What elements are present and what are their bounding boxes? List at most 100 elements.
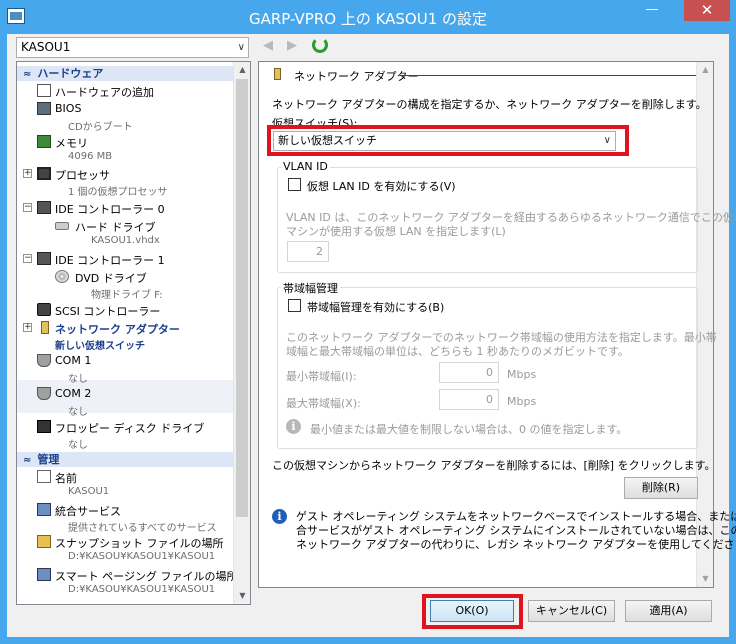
vlan-checkbox[interactable] bbox=[288, 178, 301, 191]
tree-item-label: ネットワーク アダプター bbox=[55, 323, 180, 336]
bandwidth-group-label: 帯域幅管理 bbox=[281, 280, 340, 296]
management-section-header[interactable]: ≈ 管理 bbox=[17, 452, 233, 467]
smart-paging-icon bbox=[37, 568, 51, 581]
collapse-chevron-icon: ≈ bbox=[23, 455, 32, 466]
vlan-group-label: VLAN ID bbox=[281, 160, 330, 173]
tree-item-label: IDE コントローラー 0 bbox=[55, 203, 165, 216]
expand-icon[interactable]: + bbox=[23, 323, 32, 332]
scroll-down-icon[interactable]: ▼ bbox=[697, 571, 714, 587]
max-bandwidth-input[interactable]: 0 bbox=[439, 389, 499, 410]
vm-selector-value: KASOU1 bbox=[21, 40, 71, 54]
vlan-id-input[interactable]: 2 bbox=[287, 241, 329, 262]
apply-button[interactable]: 適用(A) bbox=[625, 600, 712, 622]
add-hardware-icon bbox=[37, 84, 51, 97]
tree-item-smart-paging-location[interactable]: スマート ページング ファイルの場所 D:¥KASOU¥KASOU1¥KASOU… bbox=[17, 567, 237, 599]
hardware-section-header[interactable]: ≈ ハードウェア bbox=[17, 66, 233, 81]
ide-controller-icon bbox=[37, 201, 51, 214]
tree-item-detail: なし bbox=[68, 440, 88, 451]
min-bandwidth-input[interactable]: 0 bbox=[439, 362, 499, 383]
tree-item-ide-controller-1[interactable]: − IDE コントローラー 1 bbox=[17, 251, 233, 268]
tree-item-ide-controller-0[interactable]: − IDE コントローラー 0 bbox=[17, 200, 233, 217]
tree-item-detail: KASOU1 bbox=[68, 486, 110, 497]
vlan-help-line2: マシンが使用する仮想 LAN を指定します(L) bbox=[286, 225, 506, 238]
scroll-up-icon[interactable]: ▲ bbox=[697, 62, 714, 78]
title-bar: GARP-VPRO 上の KASOU1 の設定 — ✕ bbox=[0, 0, 736, 34]
collapse-icon[interactable]: − bbox=[23, 254, 32, 263]
tree-item-com2[interactable]: COM 2 なし bbox=[17, 386, 233, 418]
max-bandwidth-label: 最大帯域幅(X): bbox=[286, 397, 361, 410]
tree-item-label: ハードウェアの追加 bbox=[55, 86, 154, 99]
settings-window: GARP-VPRO 上の KASOU1 の設定 — ✕ KASOU1 ∨ ≈ ハー… bbox=[0, 0, 736, 644]
forward-icon[interactable]: ▶ bbox=[287, 39, 299, 53]
tree-item-detail: 4096 MB bbox=[68, 151, 113, 162]
min-bandwidth-label: 最小帯域幅(I): bbox=[286, 370, 357, 383]
tree-item-floppy-drive[interactable]: フロッピー ディスク ドライブ なし bbox=[17, 419, 233, 451]
info-icon: i bbox=[286, 419, 301, 434]
tree-item-label: IDE コントローラー 1 bbox=[55, 254, 165, 267]
tree-item-label: 名前 bbox=[55, 472, 77, 485]
header-divider bbox=[400, 75, 696, 76]
tree-item-detail: なし bbox=[68, 374, 88, 385]
cancel-button[interactable]: キャンセル(C) bbox=[528, 600, 615, 622]
tree-item-dvd-drive[interactable]: DVD ドライブ 物理ドライブ F: bbox=[17, 269, 233, 301]
tree-item-name[interactable]: 名前 KASOU1 bbox=[17, 469, 233, 501]
floppy-drive-icon bbox=[37, 420, 51, 433]
bandwidth-checkbox-label[interactable]: 帯域幅管理を有効にする(B) bbox=[307, 299, 444, 315]
remove-instruction: この仮想マシンからネットワーク アダプターを削除するには、[削除] をクリックし… bbox=[272, 459, 716, 472]
network-adapter-icon bbox=[41, 321, 49, 334]
tree-item-detail: KASOU1.vhdx bbox=[91, 235, 160, 246]
tree-item-bios[interactable]: BIOS CDからブート bbox=[17, 101, 233, 133]
tree-item-hard-drive[interactable]: ハード ドライブ KASOU1.vhdx bbox=[17, 218, 233, 250]
ide-controller-icon bbox=[37, 252, 51, 265]
memory-icon bbox=[37, 135, 51, 148]
scroll-up-icon[interactable]: ▲ bbox=[234, 62, 250, 78]
tree-item-label: SCSI コントローラー bbox=[55, 305, 161, 318]
integration-services-icon bbox=[37, 503, 51, 516]
tree-item-label: COM 1 bbox=[55, 354, 92, 367]
tree-item-label: ハード ドライブ bbox=[75, 221, 156, 234]
bandwidth-help-line2: 域幅と最大帯域幅の単位は、どちらも 1 秒あたりのメガビットです。 bbox=[286, 345, 629, 358]
bandwidth-checkbox[interactable] bbox=[288, 299, 301, 312]
tree-item-add-hardware[interactable]: ハードウェアの追加 bbox=[17, 83, 233, 100]
bandwidth-note: 最小値または最大値を制限しない場合は、0 の値を指定します。 bbox=[310, 423, 628, 436]
tree-item-label: フロッピー ディスク ドライブ bbox=[55, 422, 205, 435]
vlan-checkbox-label[interactable]: 仮想 LAN ID を有効にする(V) bbox=[307, 178, 456, 194]
back-icon[interactable]: ◀ bbox=[263, 39, 275, 53]
tree-item-detail: CDからブート bbox=[68, 122, 133, 133]
close-button[interactable]: ✕ bbox=[684, 0, 730, 21]
tree-scroll-thumb[interactable] bbox=[236, 79, 248, 517]
tree-item-label: 統合サービス bbox=[55, 505, 121, 518]
tree-scrollbar[interactable]: ▲ ▼ bbox=[233, 62, 250, 604]
tree-item-detail: D:¥KASOU¥KASOU1¥KASOU1 bbox=[68, 584, 216, 595]
panel-header: ネットワーク アダプター bbox=[294, 70, 419, 83]
collapse-icon[interactable]: − bbox=[23, 203, 32, 212]
window-title: GARP-VPRO 上の KASOU1 の設定 bbox=[248, 10, 488, 28]
tree-item-detail: 物理ドライブ F: bbox=[91, 290, 163, 301]
vm-selector[interactable]: KASOU1 ∨ bbox=[16, 37, 249, 58]
tree-item-label: スナップショット ファイルの場所 bbox=[55, 537, 224, 550]
com-port-icon bbox=[37, 387, 51, 400]
expand-icon[interactable]: + bbox=[23, 169, 32, 178]
tree-item-detail: 提供されているすべてのサービス bbox=[68, 523, 217, 534]
tree-item-memory[interactable]: メモリ 4096 MB bbox=[17, 134, 233, 166]
tree-item-detail: D:¥KASOU¥KASOU1¥KASOU1 bbox=[68, 551, 216, 562]
legacy-info-line3: ネットワーク アダプターの代わりに、レガシ ネットワーク アダプターを使用してく… bbox=[296, 538, 736, 551]
scsi-controller-icon bbox=[37, 303, 51, 316]
tree-item-label: スマート ページング ファイルの場所 bbox=[55, 570, 238, 583]
min-bandwidth-unit: Mbps bbox=[507, 368, 537, 381]
refresh-icon[interactable] bbox=[312, 37, 328, 53]
tree-item-processor[interactable]: + プロセッサ 1 個の仮想プロセッサ bbox=[17, 166, 233, 198]
name-icon bbox=[37, 470, 51, 483]
max-bandwidth-unit: Mbps bbox=[507, 395, 537, 408]
remove-button[interactable]: 削除(R) bbox=[624, 477, 698, 499]
scroll-down-icon[interactable]: ▼ bbox=[234, 588, 250, 604]
tree-item-com1[interactable]: COM 1 なし bbox=[17, 353, 233, 385]
tree-item-snapshot-location[interactable]: スナップショット ファイルの場所 D:¥KASOU¥KASOU1¥KASOU1 bbox=[17, 534, 233, 566]
tree-item-network-adapter[interactable]: + ネットワーク アダプター 新しい仮想スイッチ bbox=[17, 320, 233, 352]
info-icon: i bbox=[272, 509, 287, 524]
snapshot-location-icon bbox=[37, 535, 51, 548]
tree-item-scsi-controller[interactable]: SCSI コントローラー bbox=[17, 302, 233, 319]
bios-icon bbox=[37, 102, 51, 115]
tree-item-integration-services[interactable]: 統合サービス 提供されているすべてのサービス bbox=[17, 502, 233, 534]
minimize-button[interactable]: — bbox=[638, 0, 666, 21]
